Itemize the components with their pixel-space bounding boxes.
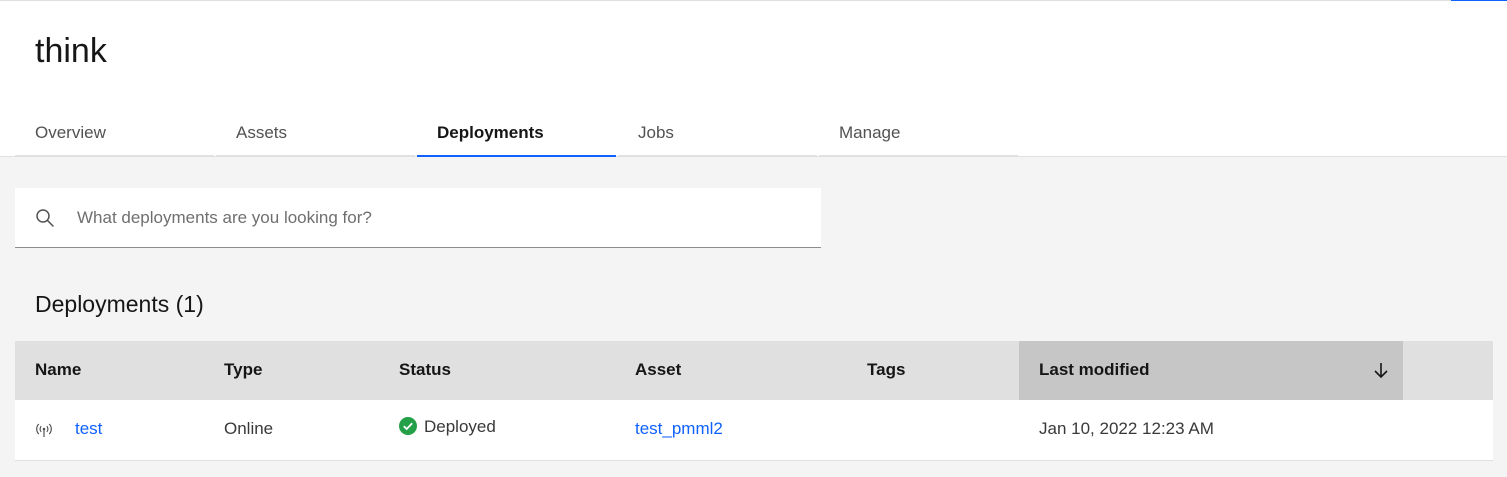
column-header-last-modified[interactable]: Last modified	[1019, 341, 1403, 400]
column-header-last-modified-label: Last modified	[1039, 360, 1150, 379]
tab-manage[interactable]: Manage	[819, 109, 1018, 157]
tab-assets[interactable]: Assets	[216, 109, 415, 157]
asset-link[interactable]: test_pmml2	[635, 419, 723, 438]
search-box	[15, 188, 821, 248]
deployment-name-link[interactable]: test	[75, 419, 102, 438]
project-tabs: Overview Assets Deployments Jobs Manage	[15, 109, 1020, 157]
column-header-name[interactable]: Name	[15, 341, 204, 400]
search-icon	[36, 209, 54, 227]
cell-last-modified: Jan 10, 2022 12:23 AM	[1039, 419, 1214, 438]
cell-type: Online	[224, 419, 274, 438]
project-title: think	[35, 32, 107, 70]
column-header-status[interactable]: Status	[379, 341, 615, 400]
cell-asset: test_pmml2	[615, 400, 847, 460]
table-row: test Online Deployed test_pmml2 Jan 10, …	[15, 400, 1493, 461]
column-header-type[interactable]: Type	[204, 341, 379, 400]
cell-tags	[847, 400, 1019, 460]
table-header-row: Name Type Status Asset Tags Last modifie…	[15, 341, 1493, 400]
tab-deployments[interactable]: Deployments	[417, 109, 616, 157]
column-header-asset[interactable]: Asset	[615, 341, 847, 400]
status-label: Deployed	[424, 417, 496, 436]
deployments-table: Name Type Status Asset Tags Last modifie…	[15, 341, 1493, 461]
column-header-tags[interactable]: Tags	[847, 341, 1019, 400]
checkmark-filled-icon	[399, 417, 417, 435]
tab-overview[interactable]: Overview	[15, 109, 214, 157]
deployment-antenna-icon	[36, 423, 52, 437]
cell-status: Deployed	[379, 400, 615, 460]
section-title: Deployments (1)	[35, 291, 204, 317]
project-header: think Overview Assets Deployments Jobs M…	[0, 1, 1507, 157]
tab-jobs[interactable]: Jobs	[618, 109, 817, 157]
arrow-down-icon[interactable]	[1371, 360, 1391, 380]
search-input[interactable]	[75, 188, 809, 248]
cell-name: test	[15, 400, 204, 460]
